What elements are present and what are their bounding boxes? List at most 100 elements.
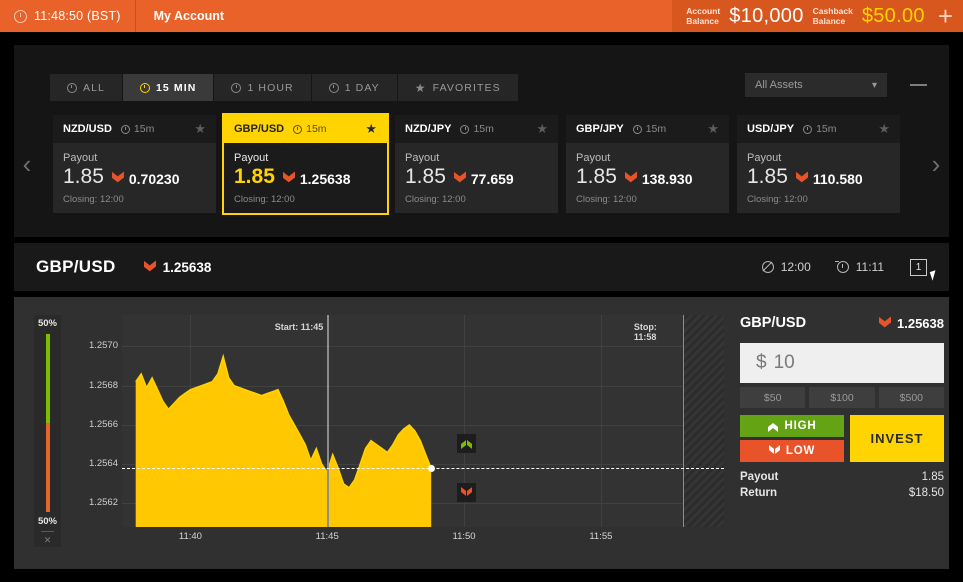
account-balance-label: Account Balance: [686, 6, 720, 26]
sentiment-down-bar: [46, 423, 50, 512]
clock-icon: [293, 125, 302, 134]
plus-icon[interactable]: +: [938, 5, 953, 27]
asset-card[interactable]: NZD/JPY15m★Payout1.8577.659Closing: 12:0…: [395, 115, 558, 213]
carousel-next-button[interactable]: ›: [925, 141, 947, 187]
trade-panel: GBP/USD 1.25638 $ 10 $50$100$500 HIGH: [740, 315, 944, 499]
favorite-star-icon[interactable]: ★: [707, 121, 719, 137]
asset-card[interactable]: GBP/USD15m★Payout1.851.25638Closing: 12:…: [224, 115, 387, 213]
asset-symbol: GBP/JPY: [576, 123, 624, 135]
quick-amount-button[interactable]: $50: [740, 387, 805, 408]
trade-header: GBP/USD 1.25638: [740, 315, 944, 331]
top-bar: 11:48:50 (BST) My Account Account Balanc…: [0, 0, 963, 32]
tab-15-min[interactable]: 15 MIN: [123, 74, 214, 101]
payout-value: 1.85: [922, 471, 944, 483]
tab-label: 1 HOUR: [247, 82, 293, 94]
asset-card-header: GBP/USD15m★: [224, 115, 387, 143]
chart-x-tick-label: 11:55: [589, 531, 612, 542]
asset-card-header: NZD/USD15m★: [53, 115, 216, 143]
asset-timeframe: 15m: [803, 123, 836, 135]
carousel-prev-button[interactable]: ‹: [16, 141, 38, 187]
asset-closing-time: Closing: 12:00: [747, 194, 890, 205]
favorite-star-icon[interactable]: ★: [536, 121, 548, 137]
chevron-down-icon: [461, 489, 472, 497]
remaining-time-value: 11:11: [856, 260, 884, 274]
favorite-star-icon[interactable]: ★: [878, 121, 890, 137]
asset-timeframe: 15m: [633, 123, 666, 135]
invest-button[interactable]: INVEST: [850, 415, 944, 462]
timeframe-tabs: ALL15 MIN 1 HOUR 1 DAY ★FAVORITES: [50, 74, 519, 101]
chart-series-area: [122, 315, 724, 527]
quick-amount-buttons: $50$100$500: [740, 387, 944, 408]
asset-card-body: Payout1.85110.580Closing: 12:00: [737, 143, 900, 213]
asset-filter-dropdown[interactable]: All Assets ▾: [745, 73, 887, 97]
chart-y-tick-label: 1.2562: [89, 497, 118, 508]
asset-payout-label: Payout: [234, 152, 377, 164]
chart-x-tick-label: 11:50: [452, 531, 475, 542]
tab-label: 1 DAY: [345, 82, 380, 94]
my-account-link[interactable]: My Account: [136, 9, 242, 23]
asset-card[interactable]: GBP/JPY 15m ★ Payout1.85138.930Closing: 12:…: [566, 115, 729, 213]
asset-price: 77.659: [454, 171, 514, 187]
price-chart: 1.25701.25681.25661.25641.2562Start: 11:…: [72, 315, 724, 547]
tab-1-day[interactable]: 1 DAY: [312, 74, 398, 101]
asset-card-values: 1.851.25638: [234, 165, 377, 189]
quick-amount-button[interactable]: $500: [879, 387, 944, 408]
asset-timeframe: 15m: [460, 123, 493, 135]
low-marker[interactable]: [457, 483, 476, 502]
sentiment-meter: 50% 50% ✕: [34, 315, 61, 547]
position-count-badge[interactable]: 1: [910, 259, 927, 276]
return-row: Return $18.50: [740, 487, 944, 499]
low-label: LOW: [786, 445, 815, 457]
favorite-star-icon[interactable]: ★: [365, 121, 377, 137]
chart-expired-region: [683, 315, 724, 527]
clock-icon: [67, 83, 77, 93]
asset-card-list: NZD/USD15m★Payout1.850.70230Closing: 12:…: [53, 115, 900, 213]
asset-card-values: 1.85138.930: [576, 165, 719, 189]
trade-price: 1.25638: [879, 316, 944, 331]
tab-1-hour[interactable]: 1 HOUR: [214, 74, 311, 101]
asset-symbol: USD/JPY: [747, 123, 794, 135]
amount-input[interactable]: $ 10: [740, 343, 944, 383]
asset-card-body: Payout1.85138.930Closing: 12:00: [566, 143, 729, 213]
clock-icon: [460, 125, 469, 134]
asset-payout-value: 1.85: [234, 165, 275, 189]
amount-value: 10: [774, 352, 795, 374]
high-button[interactable]: HIGH: [740, 415, 844, 437]
close-icon[interactable]: ✕: [34, 535, 61, 546]
asset-timeframe-label: 15m: [473, 123, 493, 135]
asset-payout-value: 1.85: [576, 165, 617, 189]
cashback-balance-label: Cashback Balance: [813, 6, 853, 26]
tab-label: FAVORITES: [433, 82, 501, 94]
chart-strike-line: [122, 468, 724, 469]
direction-controls: HIGH LOW INVEST: [740, 415, 944, 462]
clock-display: 11:48:50 (BST): [0, 0, 136, 32]
asset-card-body: Payout1.850.70230Closing: 12:00: [53, 143, 216, 213]
clock-icon: [231, 83, 241, 93]
chart-y-tick-label: 1.2566: [89, 419, 118, 430]
chart-annotation-label: Start: 11:45: [275, 322, 324, 332]
sentiment-bar: [46, 334, 50, 512]
asset-card[interactable]: USD/JPY 15m ★ Payout1.85110.580Closing: 12:…: [737, 115, 900, 213]
tab-favorites[interactable]: ★FAVORITES: [398, 74, 519, 101]
chart-annotation-label: Stop: 11:58: [634, 322, 679, 342]
minimize-icon[interactable]: [910, 84, 927, 86]
asset-card-body: Payout1.8577.659Closing: 12:00: [395, 143, 558, 213]
asset-card[interactable]: NZD/USD15m★Payout1.850.70230Closing: 12:…: [53, 115, 216, 213]
chart-and-trade-panel: 50% 50% ✕ 1.25701.25681.25661.25641.2562…: [14, 297, 949, 569]
favorite-star-icon[interactable]: ★: [194, 121, 206, 137]
chevron-down-icon: ▾: [872, 80, 877, 91]
chart-plot-area[interactable]: 1.25701.25681.25661.25641.2562Start: 11:…: [122, 315, 724, 527]
asset-card-header: GBP/JPY 15m ★: [566, 115, 729, 143]
asset-payout-value: 1.85: [747, 165, 788, 189]
trade-price-value: 1.25638: [897, 316, 944, 331]
return-label: Return: [740, 487, 777, 499]
quick-amount-button[interactable]: $100: [809, 387, 874, 408]
tab-all[interactable]: ALL: [50, 74, 123, 101]
return-value: $18.50: [909, 487, 944, 499]
low-button[interactable]: LOW: [740, 440, 844, 462]
asset-symbol: NZD/USD: [63, 123, 112, 135]
trade-symbol: GBP/USD: [740, 315, 806, 331]
high-marker[interactable]: [457, 434, 476, 453]
chart-x-tick-label: 11:45: [316, 531, 339, 542]
asset-symbol: GBP/USD: [234, 123, 284, 135]
